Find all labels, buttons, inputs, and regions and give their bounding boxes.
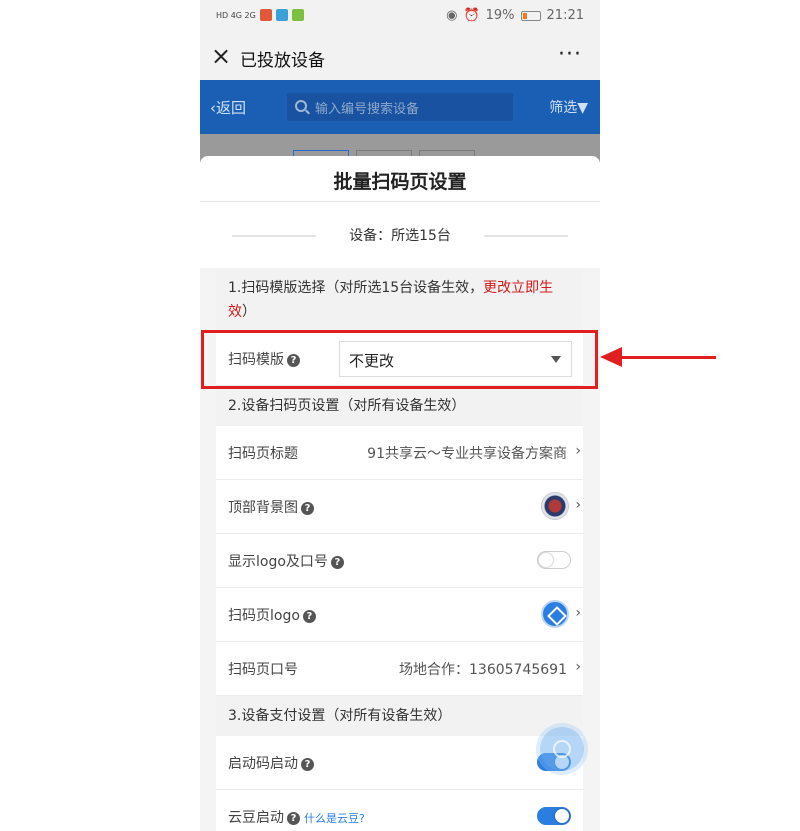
scan-logo-row[interactable]: 扫码页logo? › (216, 588, 583, 642)
background-image-thumbnail[interactable] (541, 492, 569, 520)
search-placeholder: 输入编号搜索设备 (315, 102, 420, 117)
search-icon (295, 100, 307, 112)
section-1-text: 1.扫码模版选择（对所选15台设备生效， (228, 280, 484, 296)
filter-label: 筛选 (549, 100, 578, 116)
search-input[interactable]: 输入编号搜索设备 (287, 93, 513, 121)
help-icon[interactable]: ? (301, 502, 314, 515)
annotation-highlight-box (201, 330, 598, 389)
start-code-label: 启动码启动? (228, 753, 314, 773)
help-icon[interactable]: ? (287, 812, 300, 825)
wechat-header: × 已投放设备 ··· (200, 34, 600, 80)
scan-logo-label-text: 扫码页logo (228, 608, 300, 624)
app-notification-icon (259, 9, 272, 21)
section-payment-header: 3.设备支付设置（对所有设备生效） (216, 696, 583, 736)
battery-icon (520, 10, 541, 21)
scan-slogan-label: 扫码页口号 (228, 662, 298, 678)
chevron-right-icon: › (575, 497, 581, 513)
close-icon[interactable]: × (210, 44, 232, 68)
start-code-label-text: 启动码启动 (228, 756, 298, 772)
yundou-toggle[interactable] (537, 807, 571, 825)
top-background-label-text: 顶部背景图 (228, 500, 298, 516)
annotation-arrow-line (618, 356, 716, 359)
battery-percent: 19% (485, 8, 515, 23)
chevron-right-icon: › (575, 443, 581, 459)
floating-action-button[interactable] (540, 727, 584, 771)
show-logo-label-text: 显示logo及口号 (228, 554, 328, 570)
page-title: 已投放设备 (240, 51, 325, 71)
back-label: 返回 (216, 99, 247, 117)
divider (484, 235, 568, 237)
scan-logo-label: 扫码页logo? (228, 605, 316, 625)
section-1-tail: ） (242, 304, 256, 320)
show-logo-slogan-row: 显示logo及口号? (216, 534, 583, 588)
eye-icon: ◉ (446, 8, 458, 23)
scan-title-value: 91共享云～专业共享设备方案商 (367, 446, 567, 462)
device-count-line: 设备：所选15台 (200, 202, 600, 268)
scan-title-label: 扫码页标题 (228, 446, 298, 462)
help-icon[interactable]: ? (330, 556, 344, 569)
batch-settings-sheet: 批量扫码页设置 设备：所选15台 1.扫码模版选择（对所选15台设备生效，更改立… (200, 156, 600, 831)
alarm-icon: ⏰ (463, 8, 480, 23)
section-template-header: 1.扫码模版选择（对所选15台设备生效，更改立即生效） (216, 268, 583, 332)
yundou-row: 云豆启动? 什么是云豆? (216, 790, 583, 831)
network-indicators: HD 4G 2G (216, 9, 304, 21)
help-icon[interactable]: ? (301, 758, 314, 771)
app-notification-icon (275, 9, 288, 21)
status-right: ◉ ⏰ 19% 21:21 (446, 8, 584, 23)
status-bar: HD 4G 2G ◉ ⏰ 19% 21:21 (200, 0, 600, 34)
funnel-icon: ▼ (577, 100, 588, 116)
start-code-row: 启动码启动? (216, 736, 583, 790)
what-is-yundou-link[interactable]: 什么是云豆? (304, 812, 365, 825)
more-menu-button[interactable]: ··· (558, 42, 582, 67)
network-label: HD 4G 2G (216, 10, 256, 20)
top-background-label: 顶部背景图? (228, 497, 314, 517)
sheet-title: 批量扫码页设置 (333, 171, 467, 193)
filter-button[interactable]: 筛选▼ (549, 97, 588, 117)
section-scan-page-header: 2.设备扫码页设置（对所有设备生效） (216, 386, 583, 426)
show-logo-toggle[interactable] (537, 551, 571, 569)
clock: 21:21 (546, 8, 584, 23)
chevron-right-icon: › (575, 659, 581, 675)
scan-slogan-value: 场地合作：13605745691 (399, 662, 567, 678)
top-background-row[interactable]: 顶部背景图? › (216, 480, 583, 534)
back-button[interactable]: ‹返回 (210, 97, 246, 118)
yundou-label-text: 云豆启动 (228, 810, 284, 826)
show-logo-label: 显示logo及口号? (228, 551, 344, 571)
chevron-right-icon: › (575, 605, 581, 621)
screen: HD 4G 2G ◉ ⏰ 19% 21:21 × 已投放设备 ··· ‹返回 输… (0, 0, 800, 831)
phone-screen: HD 4G 2G ◉ ⏰ 19% 21:21 × 已投放设备 ··· ‹返回 输… (200, 0, 600, 831)
app-notification-icon (291, 9, 304, 21)
sheet-header: 批量扫码页设置 (200, 156, 600, 202)
scan-title-row[interactable]: 扫码页标题 91共享云～专业共享设备方案商 › (216, 426, 583, 480)
logo-thumbnail[interactable] (541, 600, 569, 628)
yundou-label: 云豆启动? 什么是云豆? (228, 807, 365, 827)
help-icon[interactable]: ? (302, 610, 316, 623)
scan-slogan-row[interactable]: 扫码页口号 场地合作：13605745691 › (216, 642, 583, 696)
app-bar: ‹返回 输入编号搜索设备 筛选▼ (200, 80, 600, 134)
